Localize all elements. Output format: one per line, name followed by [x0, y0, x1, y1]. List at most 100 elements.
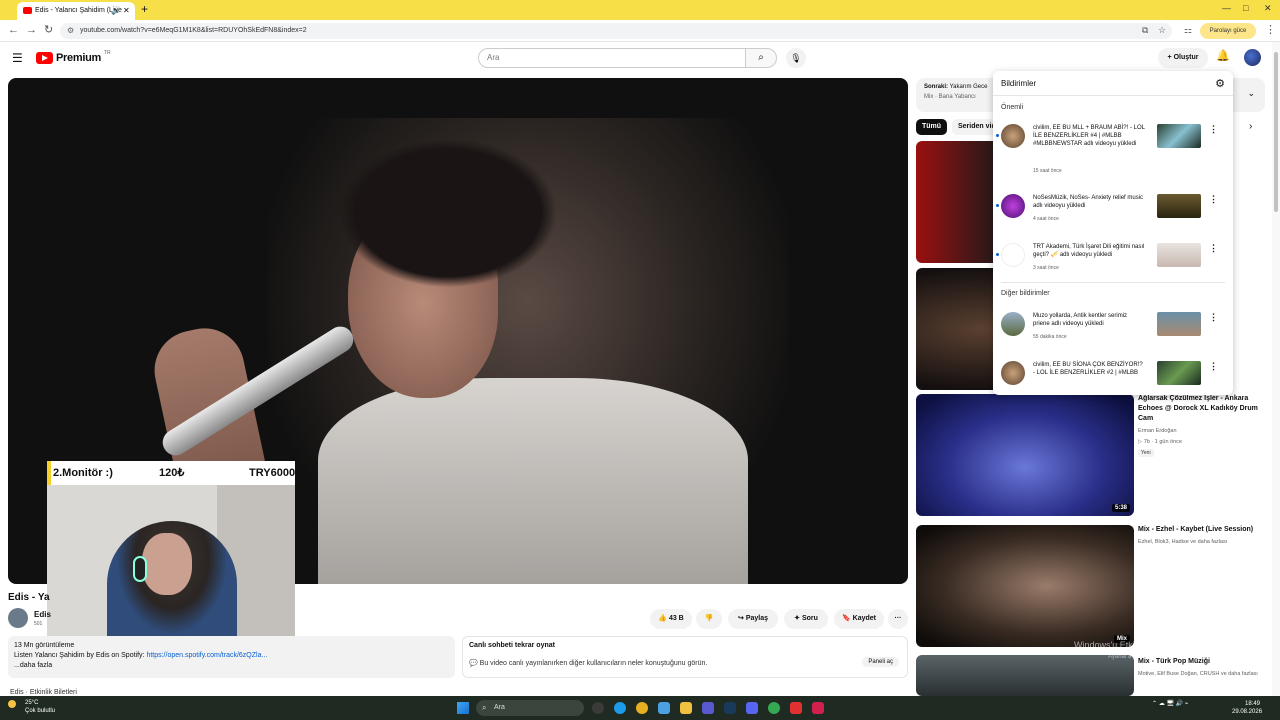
rec-title: Mix - Türk Pop Müziği — [1138, 658, 1210, 665]
channel-avatar[interactable] — [8, 608, 28, 628]
notification-item[interactable]: NoSesMüzik, NoSes- Anxiety relief music … — [993, 190, 1233, 238]
more-vert-icon[interactable]: ⋮ — [1209, 194, 1218, 205]
more-vert-icon[interactable]: ⋮ — [1209, 243, 1218, 254]
reload-icon[interactable]: ↻ — [44, 23, 53, 37]
site-info-icon[interactable]: ⚙ — [67, 23, 74, 39]
app-icon[interactable] — [812, 702, 824, 714]
chip-all[interactable]: Tümü — [916, 119, 948, 135]
scrollbar-thumb[interactable] — [1274, 52, 1278, 212]
description-box[interactable]: 13 Mn görüntüleme Listen Yalancı Şahidim… — [8, 636, 455, 678]
youtube-favicon-icon — [23, 7, 32, 14]
open-panel-button[interactable]: Paneli aç — [862, 657, 899, 667]
rec-title: Mix - Ezhel - Kaybet (Live Session) — [1138, 526, 1254, 533]
notification-time: 15 saat önce — [1033, 168, 1062, 174]
menu-icon[interactable]: ☰ — [12, 51, 23, 65]
channel-name[interactable]: Edis — [34, 610, 51, 619]
page-scrollbar[interactable] — [1272, 42, 1280, 696]
unread-dot — [996, 253, 999, 256]
notification-time: 4 saat önce — [1033, 216, 1059, 222]
more-vert-icon[interactable]: ⋮ — [1209, 361, 1218, 372]
taskbar-clock[interactable]: 18:49 29.08.2026 — [1232, 700, 1262, 716]
browser-menu-icon[interactable]: ⋮ — [1265, 23, 1276, 37]
notifications-panel: Bildirimler ⚙ Önemli civilim, EE BU MLL … — [993, 71, 1233, 395]
create-button[interactable]: + Oluştur — [1158, 48, 1208, 68]
spotify-link[interactable]: https://open.spotify.com/track/6zQZla... — [146, 652, 267, 659]
youtube-logo[interactable]: Premium TR — [36, 50, 111, 64]
search-button[interactable]: ⌕ — [745, 48, 777, 68]
description-more[interactable]: ...daha fazla — [14, 661, 449, 671]
rec-channel: Motive, Elif Buse Doğan, CRUSH ve daha f… — [1138, 671, 1258, 677]
new-badge: Yeni — [1138, 449, 1154, 457]
address-text: youtube.com/watch?v=e6MeqG1M1K8&list=RDU… — [80, 27, 307, 34]
new-tab-button[interactable]: + — [141, 2, 148, 16]
like-icon: 👍 — [658, 615, 667, 622]
search-input[interactable]: Ara — [478, 48, 746, 68]
notification-thumbnail — [1157, 124, 1201, 148]
minimize-icon[interactable]: — — [1222, 3, 1231, 13]
chevron-down-icon[interactable]: ⌄ — [1247, 88, 1255, 99]
webcam-head — [142, 533, 192, 595]
rec-title: Ağlarsak Çözülmez İşler - Ankara Echoes … — [1138, 395, 1258, 422]
rec-thumbnail[interactable]: 5:38 — [916, 394, 1134, 516]
live-chat-replay: Canlı sohbeti tekrar oynat 💬 Bu video ca… — [462, 636, 908, 678]
system-tray[interactable]: ⌃ ☁ 🖥 🔊 ⌁ — [1152, 700, 1188, 707]
more-vert-icon[interactable]: ⋮ — [1209, 312, 1218, 323]
rec-thumbnail[interactable] — [916, 655, 1134, 696]
back-icon[interactable]: ← — [8, 23, 19, 37]
taskbar-search[interactable]: ⌕ Ara — [476, 700, 584, 716]
save-button[interactable]: 🔖 Kaydet — [834, 609, 884, 629]
more-vert-icon[interactable]: ⋮ — [1209, 124, 1218, 135]
notifications-bell-icon[interactable]: 🔔 — [1216, 49, 1230, 62]
edge-icon[interactable] — [614, 702, 626, 714]
browser-tab[interactable]: Edis - Yalancı Şahidim (Live 🔊 ✕ — [17, 2, 135, 20]
close-tab-icon[interactable]: ✕ — [123, 2, 130, 20]
close-window-icon[interactable]: ✕ — [1264, 3, 1272, 14]
password-button[interactable]: Parolayı güce — [1200, 23, 1256, 39]
teams-icon[interactable] — [702, 702, 714, 714]
notification-time: 3 saat önce — [1033, 265, 1059, 271]
app-icon[interactable] — [592, 702, 604, 714]
forward-icon[interactable]: → — [26, 23, 37, 37]
windows-start-icon[interactable] — [457, 702, 469, 714]
rec-meta[interactable]: Mix - Ezhel - Kaybet (Live Session) Ezhe… — [1138, 525, 1270, 546]
app-icon[interactable] — [658, 702, 670, 714]
dislike-button[interactable]: 👎 — [696, 609, 722, 629]
voice-search-icon[interactable]: 🎙 — [786, 48, 806, 68]
extensions-icon[interactable]: ⚏ — [1184, 23, 1192, 37]
maximize-icon[interactable]: □ — [1243, 3, 1248, 13]
notification-item[interactable]: civilim, EE BU MLL + BRAUM ABİ?! - LOL İ… — [993, 120, 1233, 174]
ask-button[interactable]: ✦ Soru — [784, 609, 828, 629]
rec-meta[interactable]: Mix - Türk Pop Müziği Motive, Elif Buse … — [1138, 657, 1270, 678]
notification-thumbnail — [1157, 243, 1201, 267]
save-label: Kaydet — [852, 615, 876, 622]
notification-item[interactable]: Muzo yollarda, Antik kentler serimiz pri… — [993, 308, 1233, 356]
speaker-icon[interactable]: 🔊 — [111, 2, 121, 20]
chrome-profile-icon[interactable] — [768, 702, 780, 714]
description-views: 13 Mn görüntüleme — [14, 642, 75, 649]
address-bar[interactable]: ⚙ youtube.com/watch?v=e6MeqG1M1K8&list=R… — [60, 23, 1172, 39]
bookmark-icon: 🔖 — [841, 615, 851, 622]
discord-icon[interactable] — [746, 702, 758, 714]
browser-toolbar: ← → ↻ ⚙ youtube.com/watch?v=e6MeqG1M1K8&… — [0, 20, 1280, 42]
channel-avatar — [1001, 243, 1025, 267]
rec-meta[interactable]: Ağlarsak Çözülmez İşler - Ankara Echoes … — [1138, 394, 1270, 457]
folder-icon[interactable] — [680, 702, 692, 714]
notification-item[interactable]: TRT Akademi, Türk İşaret Dili eğitimi na… — [993, 239, 1233, 287]
gear-icon[interactable]: ⚙ — [1215, 77, 1225, 90]
duration-badge: 5:38 — [1111, 504, 1130, 512]
app-icon[interactable] — [790, 702, 802, 714]
install-icon[interactable]: ⧉ — [1142, 23, 1148, 37]
steam-icon[interactable] — [724, 702, 736, 714]
chat-replay-title: Canlı sohbeti tekrar oynat — [469, 642, 555, 649]
account-avatar[interactable] — [1244, 49, 1261, 66]
chrome-icon[interactable] — [636, 702, 648, 714]
rec-thumbnail[interactable]: Mix — [916, 525, 1134, 647]
like-button[interactable]: 👍 43 B — [650, 609, 692, 629]
more-actions-button[interactable]: ··· — [888, 609, 908, 629]
notification-item[interactable]: civilim, EE BU SİONA ÇOK BENZİYOR!? - LO… — [993, 357, 1233, 395]
share-button[interactable]: ↪ Paylaş — [728, 609, 778, 629]
tickets-section[interactable]: Edis · Etkinlik Biletleri — [10, 689, 77, 696]
bookmark-star-icon[interactable]: ☆ — [1158, 23, 1166, 37]
create-label: Oluştur — [1173, 54, 1199, 61]
chevron-right-icon[interactable]: › — [1249, 121, 1252, 132]
